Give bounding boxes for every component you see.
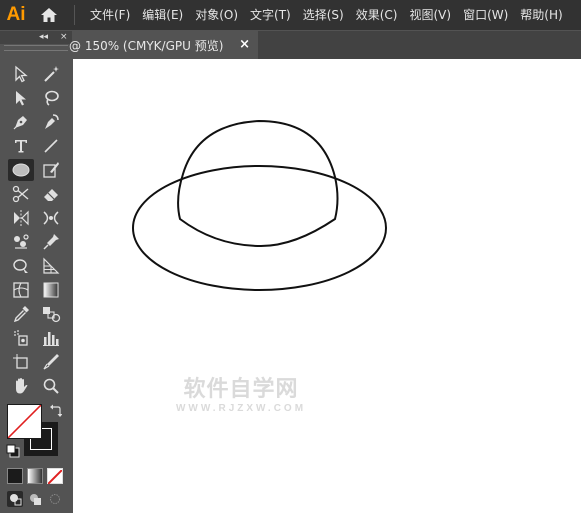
menu-window[interactable]: 窗口(W) xyxy=(457,0,514,30)
document-tab[interactable]: @ 150% (CMYK/GPU 预览) × xyxy=(69,31,258,59)
puppet-warp-tool-icon[interactable] xyxy=(8,231,34,253)
column-graph-tool-icon[interactable] xyxy=(38,327,64,349)
menu-items: 文件(F) 编辑(E) 对象(O) 文字(T) 选择(S) 效果(C) 视图(V… xyxy=(84,0,569,30)
draw-normal-icon xyxy=(10,494,22,506)
direct-selection-tool-icon[interactable] xyxy=(8,87,34,109)
width-tool-icon[interactable] xyxy=(38,207,64,229)
shaper-tool-icon[interactable] xyxy=(8,183,34,205)
draw-inside-button[interactable] xyxy=(47,491,63,507)
curvature-tool-icon[interactable] xyxy=(38,111,64,133)
menu-bar: Ai 文件(F) 编辑(E) 对象(O) 文字(T) 选择(S) 效果(C) 视… xyxy=(0,0,581,30)
menu-separator xyxy=(74,5,75,25)
selection-tool-icon[interactable] xyxy=(8,63,34,85)
menu-help[interactable]: 帮助(H) xyxy=(514,0,568,30)
draw-behind-button[interactable] xyxy=(27,491,43,507)
ellipse-brim[interactable] xyxy=(132,165,387,291)
ellipse-tool-icon[interactable] xyxy=(8,159,34,181)
watermark-title: 软件自学网 xyxy=(183,377,299,402)
menu-object[interactable]: 对象(O) xyxy=(189,0,244,30)
none-mode-button[interactable] xyxy=(47,468,63,485)
tools-panel-header: ◂◂ × xyxy=(0,31,72,44)
mesh-tool-icon[interactable] xyxy=(8,279,34,301)
draw-normal-button[interactable] xyxy=(7,491,23,507)
watermark: 软件自学网 WWW.RJZXW.COM xyxy=(136,377,346,415)
type-tool-icon[interactable] xyxy=(8,135,34,157)
document-tab-bar: @ 150% (CMYK/GPU 预览) × xyxy=(69,31,581,59)
menu-file[interactable]: 文件(F) xyxy=(84,0,136,30)
draw-behind-icon xyxy=(30,494,41,505)
fill-color-swatch[interactable] xyxy=(7,404,42,439)
close-panel-button[interactable]: × xyxy=(60,31,68,43)
line-segment-tool-icon[interactable] xyxy=(38,135,64,157)
eyedropper-tool-icon[interactable] xyxy=(8,303,34,325)
swap-fill-stroke-icon[interactable] xyxy=(50,403,62,417)
color-mode-button[interactable] xyxy=(7,468,23,484)
paintbrush-tool-icon[interactable] xyxy=(38,159,64,181)
none-slash-icon xyxy=(47,469,63,485)
panel-grip[interactable] xyxy=(4,45,68,51)
shape-builder-tool-icon[interactable] xyxy=(8,255,34,277)
pen-tool-icon[interactable] xyxy=(8,111,34,133)
perspective-grid-tool-icon[interactable] xyxy=(38,255,64,277)
gradient-mode-button[interactable] xyxy=(27,468,43,484)
hand-tool-icon[interactable] xyxy=(8,375,34,397)
document-tab-title: @ 150% (CMYK/GPU 预览) xyxy=(69,38,224,53)
eraser-tool-icon[interactable] xyxy=(38,183,64,205)
free-transform-tool-icon[interactable] xyxy=(38,231,64,253)
app-logo: Ai xyxy=(6,4,26,25)
zoom-tool-icon[interactable] xyxy=(38,375,64,397)
artboard-canvas[interactable]: 软件自学网 WWW.RJZXW.COM xyxy=(73,59,581,513)
none-slash-icon xyxy=(8,405,41,438)
home-icon[interactable] xyxy=(36,0,62,30)
draw-inside-icon xyxy=(50,494,60,504)
menu-select[interactable]: 选择(S) xyxy=(297,0,350,30)
artboard-tool-icon[interactable] xyxy=(8,351,34,373)
menu-type[interactable]: 文字(T) xyxy=(244,0,297,30)
dome-crown[interactable] xyxy=(177,119,339,248)
gradient-tool-icon[interactable] xyxy=(38,279,64,301)
default-fill-stroke-icon[interactable] xyxy=(6,444,20,458)
document-tab-close-button[interactable]: × xyxy=(239,37,250,52)
lasso-tool-icon[interactable] xyxy=(38,87,64,109)
rotate-tool-icon[interactable] xyxy=(8,207,34,229)
collapse-panel-button[interactable]: ◂◂ xyxy=(39,31,48,43)
tools-panel: ◂◂ × xyxy=(0,31,72,513)
watermark-url: WWW.RJZXW.COM xyxy=(175,403,307,414)
slice-tool-icon[interactable] xyxy=(38,351,64,373)
menu-effect[interactable]: 效果(C) xyxy=(350,0,404,30)
menu-view[interactable]: 视图(V) xyxy=(403,0,457,30)
magic-wand-tool-icon[interactable] xyxy=(38,63,64,85)
blend-tool-icon[interactable] xyxy=(38,303,64,325)
symbol-sprayer-tool-icon[interactable] xyxy=(8,327,34,349)
menu-edit[interactable]: 编辑(E) xyxy=(136,0,189,30)
artwork xyxy=(132,119,387,291)
